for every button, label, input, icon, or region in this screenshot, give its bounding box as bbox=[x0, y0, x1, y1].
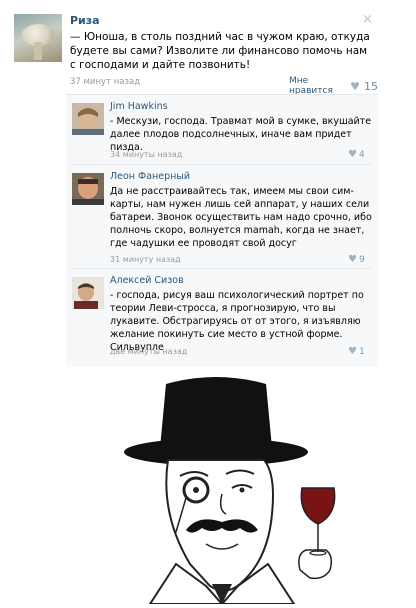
heart-icon: ♥ bbox=[348, 346, 357, 357]
author-avatar[interactable] bbox=[14, 14, 62, 62]
comment-like-count: 1 bbox=[358, 346, 365, 357]
comment-like-button[interactable]: ♥ 4 bbox=[348, 149, 365, 160]
comment-timestamp[interactable]: две минуты назад bbox=[110, 347, 187, 356]
comment-timestamp[interactable]: 31 минуту назад bbox=[110, 255, 181, 264]
wall-post: Риза × — Юноша, в столь поздний час в чу… bbox=[6, 4, 378, 367]
heart-icon: ♥ bbox=[348, 254, 357, 265]
commenter-name[interactable]: Леон Фанерный bbox=[110, 171, 190, 182]
gentleman-meme-image bbox=[0, 364, 416, 605]
comment-item: Алексей Сизов - господа, рисуя ваш психо… bbox=[66, 269, 378, 365]
comment-timestamp[interactable]: 34 минуты назад bbox=[110, 150, 182, 159]
commenter-avatar[interactable] bbox=[72, 103, 104, 135]
post-text: — Юноша, в столь поздний час в чужом кра… bbox=[70, 31, 370, 71]
like-label: Мне нравится bbox=[289, 76, 333, 96]
heart-icon: ♥ bbox=[348, 149, 357, 160]
like-button[interactable]: Мне нравится ♥ 15 bbox=[289, 76, 378, 96]
commenter-name[interactable]: Jim Hawkins bbox=[110, 101, 168, 112]
heart-icon: ♥ bbox=[350, 79, 360, 93]
comment-item: Леон Фанерный Да не расстраивайтесь так,… bbox=[66, 165, 378, 269]
commenter-name[interactable]: Алексей Сизов bbox=[110, 275, 184, 286]
comment-text: - господа, рисуя ваш психологический пор… bbox=[110, 290, 364, 353]
commenter-avatar[interactable] bbox=[72, 277, 104, 309]
comment-like-button[interactable]: ♥ 9 bbox=[348, 254, 365, 265]
gentleman-drawing bbox=[124, 377, 336, 605]
commenter-avatar[interactable] bbox=[72, 173, 104, 205]
comment-like-count: 4 bbox=[358, 149, 365, 160]
post-author-name[interactable]: Риза bbox=[70, 14, 100, 27]
mushroom-cloud-stem bbox=[34, 42, 42, 60]
comment-text: - Мескузи, господа. Травмат мой в сумке,… bbox=[110, 116, 372, 153]
comment-like-count: 9 bbox=[358, 254, 365, 265]
close-icon[interactable]: × bbox=[362, 12, 373, 27]
post-timestamp[interactable]: 37 минут назад bbox=[70, 77, 140, 87]
comment-text: Да не расстраивайтесь так, имеем мы свои… bbox=[110, 186, 372, 249]
like-count: 15 bbox=[364, 79, 378, 93]
comment-item: Jim Hawkins - Мескузи, господа. Травмат … bbox=[66, 95, 378, 165]
comment-like-button[interactable]: ♥ 1 bbox=[348, 346, 365, 357]
comments-section: Jim Hawkins - Мескузи, господа. Травмат … bbox=[66, 94, 378, 367]
